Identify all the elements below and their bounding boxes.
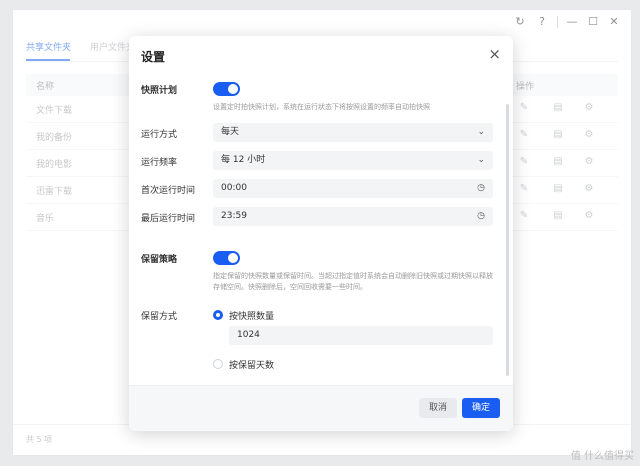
chevron-down-icon: ⌄ <box>477 127 485 137</box>
radio-by-count-label[interactable]: 按快照数量 <box>229 309 274 322</box>
close-icon[interactable]: × <box>488 46 501 62</box>
radio-by-count[interactable] <box>213 310 223 320</box>
retention-policy-hint: 指定保留的快照数量或保留时间。当超过指定值时系统会自动删除旧快照或过期快照以释放… <box>213 272 493 291</box>
run-mode-label: 运行方式 <box>141 130 178 140</box>
last-run-time-input[interactable]: 23:59 ◷ <box>213 207 493 226</box>
last-run-label: 最后运行时间 <box>141 214 196 224</box>
dialog-scrollbar[interactable] <box>506 104 509 376</box>
snapshot-count-input[interactable]: 1024 <box>229 326 493 345</box>
last-run-value: 23:59 <box>221 211 247 221</box>
snapshot-plan-hint: 设置定时拍快照计划，系统在运行状态下将按照设置的频率自动拍快照 <box>213 103 430 111</box>
chevron-down-icon: ⌄ <box>477 155 485 165</box>
dialog-footer: 取消 确定 <box>129 385 513 431</box>
snapshot-plan-label: 快照计划 <box>141 86 178 96</box>
retention-policy-label: 保留策略 <box>141 255 178 265</box>
radio-by-days[interactable] <box>213 359 223 369</box>
run-mode-select[interactable]: 每天 ⌄ <box>213 123 493 142</box>
watermark: 值 什么值得买 <box>570 451 634 462</box>
snapshot-plan-toggle[interactable] <box>213 82 240 96</box>
first-run-time-input[interactable]: 00:00 ◷ <box>213 179 493 198</box>
settings-dialog: 设置 × 快照计划 设置定时拍快照计划，系统在运行状态下将按照设置的频率自动拍快… <box>129 36 513 431</box>
dialog-title: 设置 <box>141 50 166 64</box>
run-frequency-label: 运行频率 <box>141 158 178 168</box>
run-frequency-select[interactable]: 每 12 小时 ⌄ <box>213 151 493 170</box>
run-mode-value: 每天 <box>221 127 240 137</box>
first-run-label: 首次运行时间 <box>141 186 196 196</box>
first-run-value: 00:00 <box>221 183 247 193</box>
run-frequency-value: 每 12 小时 <box>221 155 266 165</box>
clock-icon: ◷ <box>477 183 485 193</box>
confirm-button[interactable]: 确定 <box>462 398 500 418</box>
radio-by-days-label[interactable]: 按保留天数 <box>229 358 274 371</box>
retention-policy-toggle[interactable] <box>213 251 240 265</box>
clock-icon: ◷ <box>477 211 485 221</box>
retain-mode-label: 保留方式 <box>141 312 178 322</box>
cancel-button[interactable]: 取消 <box>419 398 457 418</box>
